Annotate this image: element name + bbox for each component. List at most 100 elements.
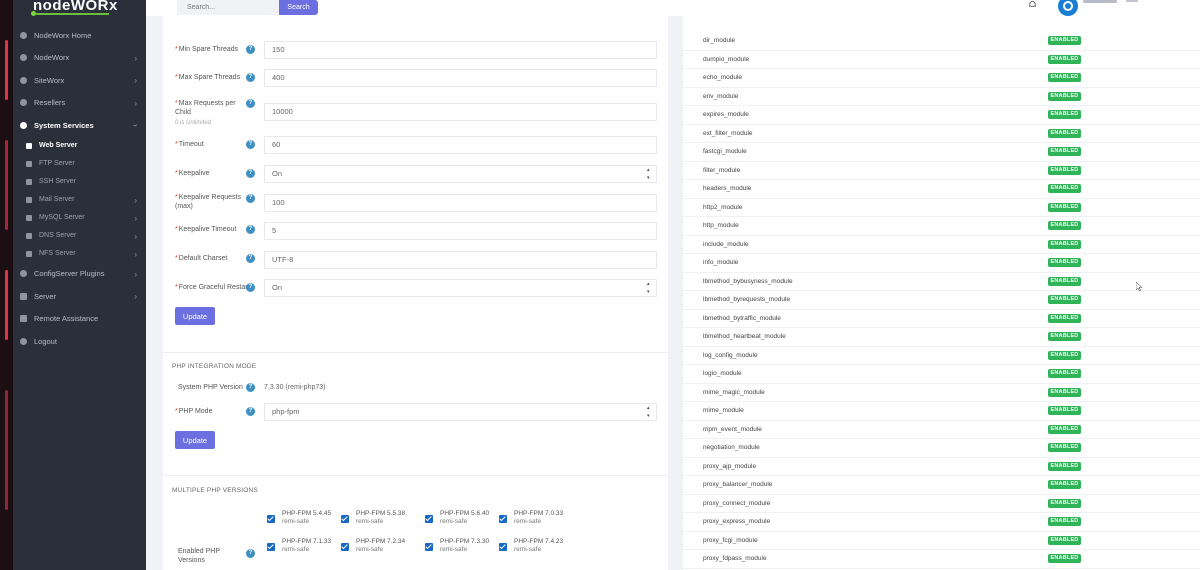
field-label: *Min Spare Threads: [175, 46, 239, 53]
status-badge: ENABLED: [1048, 387, 1081, 397]
sidebar-subitem-mysql-server[interactable]: MySQL Server ›: [13, 209, 146, 227]
module-name: log_config_module: [703, 351, 758, 359]
wifi-icon: [26, 142, 32, 149]
multiple-php-title: MULTIPLE PHP VERSIONS: [172, 487, 258, 494]
keepalive-requests-field[interactable]: 100: [264, 194, 657, 212]
module-row: proxy_fcgi_module ENABLED: [683, 532, 1200, 550]
timeout-field[interactable]: 60: [264, 136, 657, 154]
php-version-checkbox[interactable]: [499, 515, 507, 523]
server-icon: [26, 232, 32, 239]
max-requests-per-child-field[interactable]: 10000: [264, 103, 657, 121]
sidebar-item-remote-assistance[interactable]: Remote Assistance: [13, 308, 146, 331]
keepalive-timeout-field[interactable]: 5: [264, 222, 657, 240]
sidebar-item-siteworx[interactable]: SiteWorx ›: [13, 69, 146, 92]
php-mode-select[interactable]: php-fpm: [264, 403, 657, 421]
server-icon: [26, 250, 32, 257]
sidebar-subitem-label: Mail Server: [39, 196, 75, 203]
help-icon[interactable]: ?: [246, 549, 255, 558]
module-row: lbmethod_heartbeat_module ENABLED: [683, 328, 1200, 347]
module-name: proxy_fdpass_module: [703, 555, 767, 562]
php-version-checkbox[interactable]: [425, 543, 433, 551]
help-icon[interactable]: ?: [246, 140, 255, 149]
status-badge: ENABLED: [1048, 554, 1081, 563]
update-button[interactable]: Update: [175, 307, 215, 325]
sidebar-item-nodeworx[interactable]: NodeWorx ›: [13, 47, 146, 70]
chevron-right-icon: ›: [134, 76, 137, 85]
field-label: *Timeout: [175, 141, 204, 148]
chevron-right-icon: ›: [134, 98, 137, 108]
status-badge: ENABLED: [1048, 221, 1081, 230]
status-badge: ENABLED: [1048, 535, 1081, 545]
php-version-checkbox[interactable]: [341, 543, 349, 551]
sidebar-item-resellers[interactable]: Resellers ›: [13, 92, 146, 115]
status-badge: ENABLED: [1048, 517, 1081, 526]
sidebar-subitem-ftp-server[interactable]: FTP Server: [13, 155, 146, 173]
help-icon[interactable]: ?: [246, 407, 255, 416]
sidebar-subitem-web-server[interactable]: Web Server: [13, 137, 146, 155]
power-icon[interactable]: [1058, 0, 1078, 16]
sidebar-item-label: Resellers: [34, 98, 66, 108]
field-label: *Keepalive Requests (max): [175, 194, 241, 210]
logo[interactable]: nodeWORx: [13, 0, 146, 22]
search-input[interactable]: [177, 0, 285, 15]
sidebar-subitem-mail-server[interactable]: Mail Server ›: [13, 191, 146, 209]
sidebar-subitem-dns-server[interactable]: DNS Server ›: [13, 227, 146, 245]
max-spare-threads-field[interactable]: 400: [264, 69, 657, 87]
chevron-right-icon: ›: [134, 53, 137, 63]
module-name: dir_module: [703, 37, 736, 44]
sidebar-subitem-label: SSH Server: [39, 178, 76, 185]
sidebar-item-configserver-plugins[interactable]: ConfigServer Plugins ›: [13, 263, 146, 286]
php-version-checkbox[interactable]: [267, 515, 275, 523]
help-icon[interactable]: ?: [246, 254, 255, 263]
sidebar: nodeWORx NodeWorx Home NodeWorx › SiteWo…: [13, 0, 146, 570]
bell-icon[interactable]: [1028, 0, 1037, 9]
module-row: expires_module ENABLED: [683, 106, 1200, 125]
php-update-button[interactable]: Update: [175, 431, 215, 449]
sidebar-item-logout[interactable]: Logout: [13, 330, 146, 353]
php-version-label: PHP-FPM 7.1.33 remi-safe: [282, 538, 332, 553]
sidebar-subitem-nfs-server[interactable]: NFS Server ›: [13, 245, 146, 263]
help-icon[interactable]: ?: [246, 45, 255, 54]
module-name: proxy_fcgi_module: [703, 536, 758, 544]
sidebar-item-label: System Services: [34, 120, 94, 130]
help-icon[interactable]: ?: [246, 283, 255, 292]
chevron-right-icon: ›: [134, 269, 137, 279]
sidebar-item-system-services[interactable]: System Services ›: [13, 114, 146, 137]
help-icon[interactable]: ?: [246, 73, 255, 82]
sidebar-subitem-label: NFS Server: [39, 250, 76, 257]
module-row: mime_module ENABLED: [683, 402, 1200, 421]
help-icon[interactable]: ?: [246, 225, 255, 234]
force-graceful-restart-select[interactable]: On: [264, 279, 657, 297]
keepalive-select[interactable]: On: [264, 165, 657, 183]
module-name: filter_module: [703, 166, 741, 174]
help-icon[interactable]: ?: [246, 169, 255, 178]
php-version-checkbox[interactable]: [499, 543, 507, 551]
default-charset-field[interactable]: UTF-8: [264, 251, 657, 269]
module-row: log_config_module ENABLED: [683, 347, 1200, 365]
server-icon: [26, 196, 32, 203]
help-icon[interactable]: ?: [246, 194, 255, 203]
module-name: info_module: [703, 259, 739, 266]
status-badge: ENABLED: [1048, 406, 1081, 415]
search-button[interactable]: Search: [279, 0, 318, 15]
sidebar-subitem-ssh-server[interactable]: SSH Server: [13, 173, 146, 191]
window-edge-strip: [0, 0, 13, 570]
php-version-checkbox[interactable]: [425, 515, 433, 523]
sidebar-item-nodeworx-home[interactable]: NodeWorx Home: [13, 24, 146, 47]
status-badge: ENABLED: [1048, 424, 1081, 434]
php-version-checkbox[interactable]: [341, 515, 349, 523]
sidebar-subitem-label: DNS Server: [39, 232, 77, 239]
sidebar-nav: NodeWorx Home NodeWorx › SiteWorx › Rese…: [13, 22, 146, 353]
php-version-checkbox[interactable]: [267, 543, 275, 551]
status-badge: ENABLED: [1048, 295, 1081, 304]
help-icon[interactable]: ?: [246, 99, 255, 108]
help-icon[interactable]: ?: [246, 383, 255, 392]
module-row: headers_module ENABLED: [683, 180, 1200, 199]
sidebar-item-server[interactable]: Server ›: [13, 285, 146, 308]
module-name: include_module: [703, 240, 749, 248]
module-row: mime_magic_module ENABLED: [683, 384, 1200, 402]
sidebar-item-label: ConfigServer Plugins: [34, 269, 105, 279]
status-badge: ENABLED: [1048, 184, 1081, 193]
min-spare-threads-field[interactable]: 150: [264, 41, 657, 59]
field-label: *PHP Mode: [175, 408, 213, 415]
